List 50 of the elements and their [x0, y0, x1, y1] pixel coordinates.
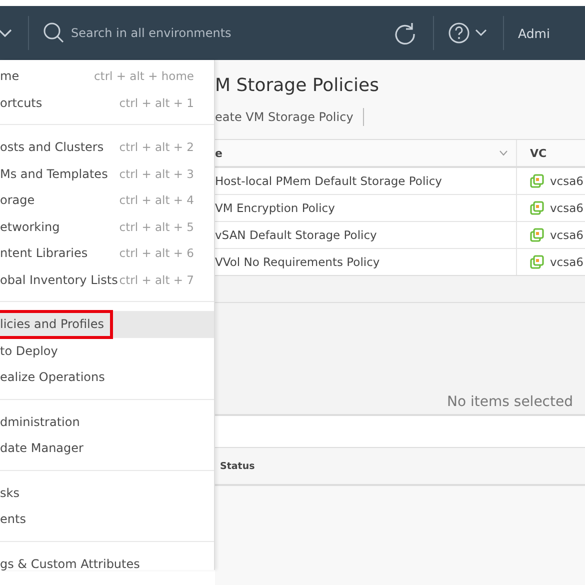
policy-name-cell[interactable]: Host-local PMem Default Storage Policy — [215, 174, 442, 188]
menu-item[interactable]: ortcuts ctrl + alt + 1 — [0, 90, 214, 116]
menu-item[interactable]: osts and Clusters ctrl + alt + 2 — [0, 134, 214, 160]
empty-message: No items selected — [447, 394, 573, 410]
chevron-down-icon — [475, 29, 487, 37]
chevron-down-icon[interactable] — [0, 28, 12, 38]
vcenter-icon — [530, 201, 544, 215]
shortcut-text: ctrl + alt + 6 — [119, 246, 194, 260]
menu-item[interactable]: to Deploy — [0, 338, 214, 364]
shortcut-text: ctrl + alt + home — [94, 69, 194, 84]
policy-name-cell[interactable]: vSAN Default Storage Policy — [215, 228, 377, 242]
menu-item[interactable]: dministration — [0, 408, 214, 435]
shortcut-text: ctrl + alt + 1 — [119, 96, 194, 110]
menu-item[interactable]: orage ctrl + alt + 4 — [0, 187, 214, 214]
search-icon — [43, 22, 65, 44]
menu-item[interactable]: ealize Operations — [0, 364, 214, 390]
vcenter-icon — [530, 174, 544, 188]
vc-cell: vcsa6 — [550, 201, 584, 215]
menu-item[interactable]: gs & Custom Attributes — [0, 550, 214, 577]
menu-item[interactable]: me ctrl + alt + home — [0, 63, 214, 90]
vc-cell: vcsa6 — [550, 228, 584, 242]
menu-item[interactable]: ents — [0, 506, 214, 532]
vcenter-icon — [530, 255, 544, 269]
vc-cell: vcsa6 — [550, 174, 584, 188]
user-menu[interactable]: Admi — [518, 26, 550, 40]
shortcut-text: ctrl + alt + 2 — [119, 140, 194, 154]
column-header[interactable]: e — [215, 146, 222, 160]
menu-item[interactable]: etworking ctrl + alt + 5 — [0, 214, 214, 240]
menu-item[interactable]: date Manager — [0, 435, 214, 462]
help-button[interactable] — [448, 22, 487, 44]
menu-item[interactable]: ntent Libraries ctrl + alt + 6 — [0, 240, 214, 266]
help-icon — [448, 22, 470, 44]
vc-cell: vcsa6 — [550, 255, 584, 269]
vcenter-icon — [530, 228, 544, 242]
policy-name-cell[interactable]: VVol No Requirements Policy — [215, 255, 380, 269]
policy-name-cell[interactable]: VM Encryption Policy — [215, 201, 335, 215]
shortcut-text: ctrl + alt + 3 — [119, 166, 194, 181]
search-field[interactable]: Search in all environments — [71, 26, 371, 40]
shortcut-text: ctrl + alt + 4 — [119, 193, 194, 208]
refresh-icon[interactable] — [393, 21, 417, 45]
menu-item[interactable]: obal Inventory Listsctrl + alt + 7 — [0, 266, 214, 293]
menu-item[interactable]: Ms and Templates ctrl + alt + 3 — [0, 160, 214, 187]
column-header[interactable]: Status — [220, 460, 255, 472]
menu-item[interactable]: sks — [0, 480, 214, 506]
column-header[interactable]: VC — [516, 140, 585, 166]
shortcut-text: ctrl + alt + 7 — [119, 272, 194, 287]
shortcut-text: ctrl + alt + 5 — [119, 220, 194, 234]
menu-item[interactable]: licies and Profiles — [0, 311, 214, 338]
page-title: M Storage Policies — [215, 75, 380, 96]
create-policy-link[interactable]: eate VM Storage Policy — [215, 110, 354, 124]
